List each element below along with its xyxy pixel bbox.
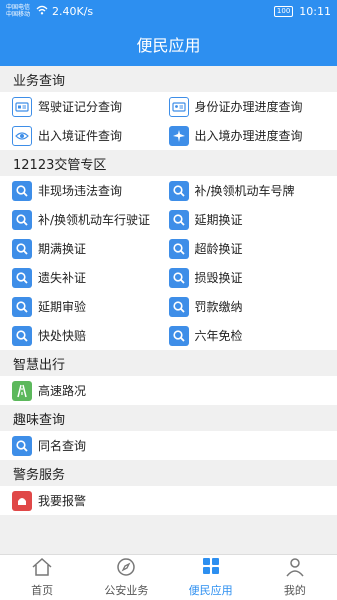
search-icon [168, 180, 189, 201]
carrier-2: 中国移动 [6, 11, 31, 18]
tab-mine[interactable]: 我的 [253, 555, 337, 600]
item-label: 同名查询 [38, 439, 87, 453]
search-icon [168, 267, 189, 288]
section-title: 警务服务 [13, 467, 66, 483]
bottom-tab-bar: 首页 公安业务 便民应用 我的 [0, 554, 337, 600]
item-label: 出入境证件查询 [38, 129, 123, 143]
search-icon [12, 180, 32, 201]
item-label: 期满换证 [38, 242, 87, 256]
section-smart-travel: 高速路况 [0, 376, 337, 405]
item-label: 补/换领机动车行驶证 [38, 213, 151, 227]
list-item[interactable]: 遗失补证 [12, 263, 169, 292]
item-label: 遗失补证 [38, 271, 87, 285]
tab-label: 我的 [283, 584, 306, 597]
item-label: 罚款缴纳 [194, 300, 243, 314]
title-bar: 便民应用 [0, 22, 337, 66]
compass-icon [115, 557, 137, 580]
section-header-fun: 趣味查询 [0, 405, 337, 431]
list-item[interactable]: 超龄换证 [168, 234, 326, 263]
tab-home[interactable]: 首页 [0, 555, 84, 600]
list-item[interactable]: 损毁换证 [168, 263, 326, 292]
content-list[interactable]: 业务查询 驾驶证记分查询 身份证办理进度查询 出入境证件查询 出入境办理进度查询 [0, 66, 337, 554]
item-label: 损毁换证 [194, 271, 243, 285]
clock: 10:11 [299, 4, 331, 18]
tab-convenience-apps[interactable]: 便民应用 [169, 555, 253, 600]
search-icon [12, 296, 32, 317]
eye-icon [12, 125, 32, 146]
section-police: 我要报警 [0, 486, 337, 515]
item-highway-traffic[interactable]: 高速路况 [12, 376, 325, 405]
section-12123: 非现场违法查询 补/换领机动车号牌补/换领机动车行驶证 延期换证期满换证 超龄换证遗失… [0, 176, 337, 350]
section-header-smart-travel: 智慧出行 [0, 350, 337, 376]
item-id-progress[interactable]: 身份证办理进度查询 [168, 92, 326, 121]
item-same-name[interactable]: 同名查询 [12, 431, 325, 460]
search-icon [168, 325, 189, 346]
road-icon [12, 380, 32, 401]
wifi-icon [36, 5, 48, 18]
item-label: 延期审验 [38, 300, 87, 314]
search-icon [12, 238, 32, 259]
item-label: 补/换领机动车号牌 [194, 184, 295, 198]
item-report-police[interactable]: 我要报警 [12, 486, 325, 515]
list-item[interactable]: 延期换证 [168, 205, 326, 234]
id-card-icon [168, 96, 189, 117]
battery-icon: 100 [273, 5, 294, 17]
card-icon [12, 96, 32, 117]
network-speed: 2.40K/s [52, 4, 94, 18]
list-item[interactable]: 延期审验 [12, 292, 169, 321]
list-item[interactable]: 期满换证 [12, 234, 169, 263]
item-label: 快处快赔 [38, 329, 87, 343]
search-icon [12, 267, 32, 288]
list-item[interactable]: 六年免检 [168, 321, 326, 350]
item-label: 高速路况 [38, 384, 87, 398]
tab-label: 首页 [31, 584, 54, 597]
search-icon [12, 325, 32, 346]
section-title: 业务查询 [13, 73, 66, 89]
list-item[interactable]: 补/换领机动车行驶证 [12, 205, 169, 234]
tab-label: 公安业务 [104, 584, 149, 597]
list-item[interactable]: 快处快赔 [12, 321, 169, 350]
tab-label: 便民应用 [188, 584, 233, 597]
section-title: 智慧出行 [13, 357, 66, 373]
item-label: 六年免检 [194, 329, 243, 343]
section-business: 驾驶证记分查询 身份证办理进度查询 出入境证件查询 出入境办理进度查询 [0, 92, 337, 150]
item-license-points[interactable]: 驾驶证记分查询 [12, 92, 169, 121]
item-label: 延期换证 [194, 213, 243, 227]
search-icon [168, 296, 189, 317]
search-icon [168, 209, 189, 230]
user-icon [284, 557, 306, 580]
list-item[interactable]: 补/换领机动车号牌 [168, 176, 326, 205]
item-label: 超龄换证 [194, 242, 243, 256]
section-header-police: 警务服务 [0, 460, 337, 486]
status-bar: 中国电信 中国移动 2.40K/s 100 10:11 [0, 0, 337, 22]
section-title: 趣味查询 [13, 412, 66, 428]
section-fun: 同名查询 [0, 431, 337, 460]
grid-icon [200, 557, 222, 580]
search-icon [12, 209, 32, 230]
list-item[interactable]: 罚款缴纳 [168, 292, 326, 321]
section-title: 12123交管专区 [13, 157, 107, 173]
carrier-info: 中国电信 中国移动 [6, 4, 30, 18]
alarm-icon [12, 490, 32, 511]
tab-police-business[interactable]: 公安业务 [84, 555, 168, 600]
item-label: 驾驶证记分查询 [38, 100, 123, 114]
search-icon [168, 238, 189, 259]
list-item[interactable]: 非现场违法查询 [12, 176, 169, 205]
item-exit-entry-progress[interactable]: 出入境办理进度查询 [168, 121, 326, 150]
item-label: 我要报警 [38, 494, 87, 508]
airplane-icon [168, 125, 189, 146]
search-icon [12, 435, 32, 456]
item-label: 身份证办理进度查询 [194, 100, 303, 114]
carrier-1: 中国电信 [6, 4, 31, 11]
item-label: 出入境办理进度查询 [194, 129, 303, 143]
page-title: 便民应用 [136, 36, 201, 55]
item-exit-entry-docs[interactable]: 出入境证件查询 [12, 121, 169, 150]
item-label: 非现场违法查询 [38, 184, 123, 198]
section-header-business: 业务查询 [0, 66, 337, 92]
section-header-12123: 12123交管专区 [0, 150, 337, 176]
home-icon [31, 557, 53, 580]
